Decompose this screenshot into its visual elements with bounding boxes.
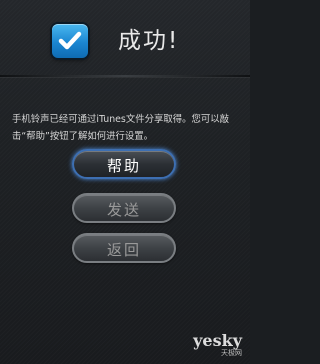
watermark-brand-cn: 天极网 <box>221 349 242 357</box>
header-divider <box>0 75 250 77</box>
dialog-message: 手机铃声已经可通过iTunes文件分享取得。您可以敲击“帮助”按钮了解如何进行设… <box>12 114 229 142</box>
back-button[interactable]: 返回 <box>72 233 176 263</box>
help-button[interactable]: 帮助 <box>72 149 176 179</box>
watermark-brand: yesky <box>193 331 242 350</box>
watermark-logo: yesky 天极网 <box>193 333 242 358</box>
dialog-header: 成功! <box>0 0 250 76</box>
checkbox-checked-icon <box>52 24 88 58</box>
send-button[interactable]: 发送 <box>72 193 176 223</box>
dialog-title: 成功! <box>118 28 180 54</box>
app-screen: 成功! 手机铃声已经可通过iTunes文件分享取得。您可以敲击“帮助”按钮了解如… <box>0 0 250 364</box>
